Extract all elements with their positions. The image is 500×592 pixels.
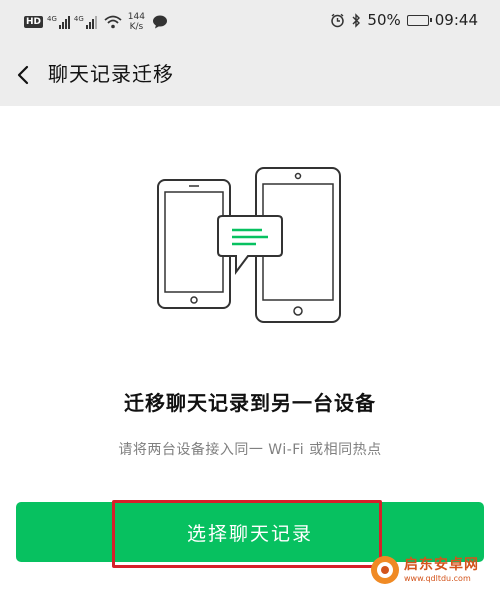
status-left: HD 4G 4G 144 K/s: [24, 12, 168, 32]
device-transfer-illustration: [157, 167, 341, 323]
watermark-text: 启东安卓网: [404, 556, 479, 573]
watermark: 启东安卓网 www.qdltdu.com: [370, 552, 498, 588]
signal-label-2: 4G: [73, 15, 84, 23]
back-button[interactable]: [8, 59, 40, 91]
clock: 09:44: [434, 11, 478, 29]
watermark-logo-icon: [371, 556, 399, 584]
signal-label-1: 4G: [47, 15, 57, 23]
wifi-icon: [104, 15, 122, 29]
battery-percent: 50%: [367, 11, 401, 29]
speed-unit: K/s: [129, 22, 144, 32]
headline: 迁移聊天记录到另一台设备: [124, 391, 376, 415]
chevron-left-icon: [17, 65, 29, 85]
status-right: 50% 09:44: [330, 11, 478, 29]
status-bar: HD 4G 4G 144 K/s 50% 09:44: [0, 0, 500, 44]
watermark-url: www.qdltdu.com: [404, 573, 471, 583]
signal-icon-2: 4G: [74, 15, 97, 29]
select-chat-history-label: 选择聊天记录: [186, 522, 313, 545]
bluetooth-icon: [352, 12, 361, 28]
alarm-icon: [331, 13, 345, 27]
battery-icon: [406, 14, 432, 26]
signal-icon-1: 4G: [47, 15, 70, 29]
speed-value: 144: [127, 12, 145, 22]
page-title: 聊天记录迁移: [48, 62, 174, 86]
chat-notification-icon: [152, 15, 167, 29]
wifi-hint: 请将两台设备接入同一 Wi-Fi 或相同热点: [118, 442, 382, 458]
hd-badge: HD: [24, 16, 44, 28]
nav-bar: 聊天记录迁移: [0, 44, 500, 106]
network-speed: 144 K/s: [128, 12, 145, 32]
